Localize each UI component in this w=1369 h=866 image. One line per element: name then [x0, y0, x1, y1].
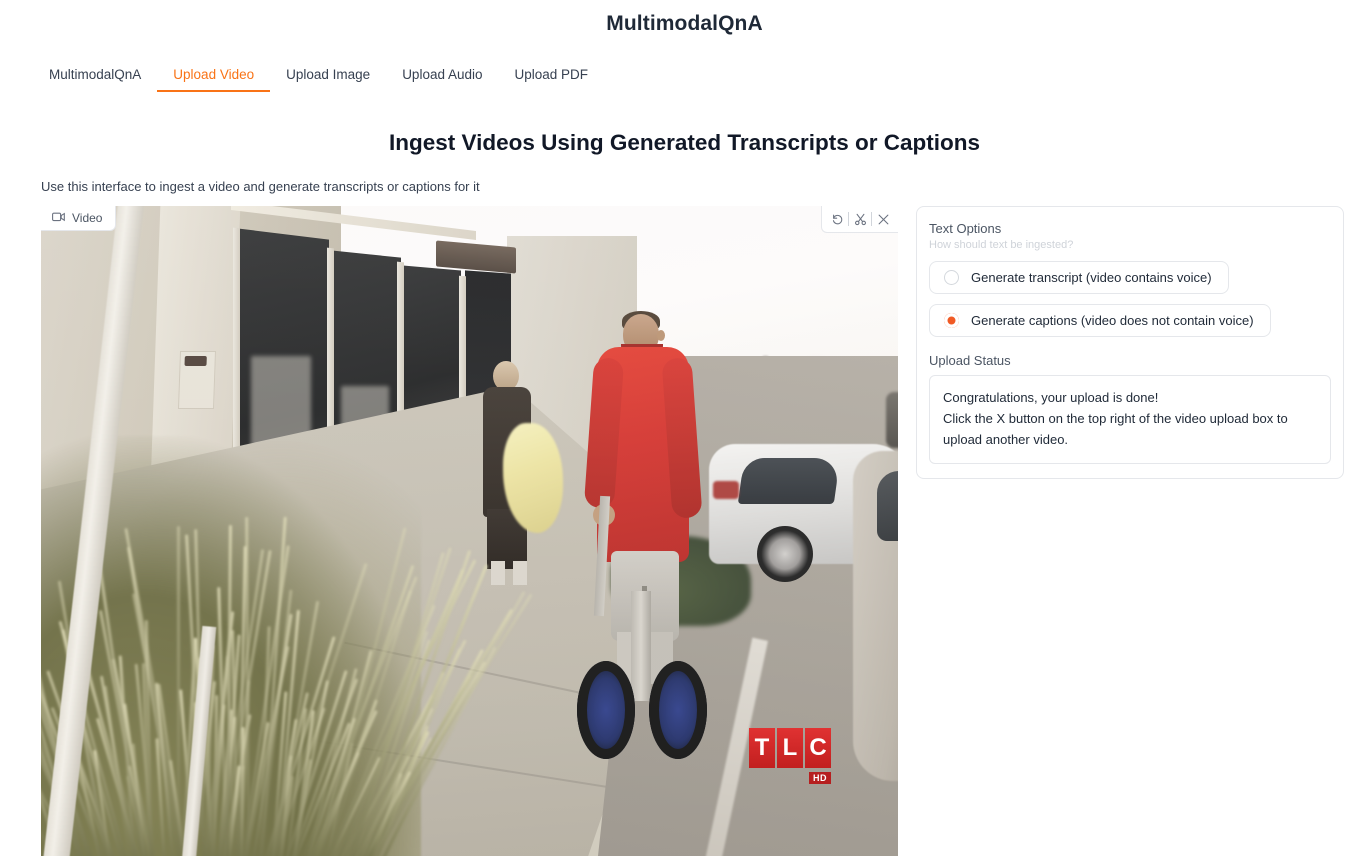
tab-upload-audio[interactable]: Upload Audio: [386, 63, 498, 92]
tlc-hd-badge: HD: [809, 772, 831, 784]
scene-segway-tire-right: [649, 661, 707, 759]
tab-upload-image[interactable]: Upload Image: [270, 63, 386, 92]
upload-status-line-2: Click the X button on the top right of t…: [943, 408, 1317, 450]
upload-status-label: Upload Status: [929, 353, 1331, 368]
page-subtitle: Use this interface to ingest a video and…: [0, 179, 1369, 194]
app-title: MultimodalQnA: [0, 0, 1369, 36]
upload-status-box: Congratulations, your upload is done! Cl…: [929, 375, 1331, 464]
main-content: T L C HD Video Text Options How should t…: [0, 206, 1369, 856]
radio-indicator-transcript[interactable]: [944, 270, 959, 285]
text-options-panel: Text Options How should text be ingested…: [916, 206, 1344, 479]
video-type-badge: Video: [41, 206, 116, 231]
scene-car-far: [886, 392, 898, 448]
radio-label-captions: Generate captions (video does not contai…: [971, 313, 1254, 328]
radio-generate-transcript[interactable]: Generate transcript (video contains voic…: [929, 261, 1229, 294]
tab-upload-pdf[interactable]: Upload PDF: [499, 63, 605, 92]
tlc-letter-t: T: [749, 728, 775, 768]
scene-pedestrian-leg-left: [491, 561, 505, 585]
scene-wall-sign: [178, 351, 216, 409]
video-camera-icon: [52, 211, 65, 225]
page-title: Ingest Videos Using Generated Transcript…: [0, 130, 1369, 156]
video-preview[interactable]: T L C HD Video: [41, 206, 898, 856]
tab-bar: MultimodalQnA Upload Video Upload Image …: [0, 62, 1369, 92]
tlc-watermark: T L C HD: [749, 728, 831, 768]
scene-car-taillight: [713, 481, 739, 499]
text-options-title: Text Options: [929, 221, 1331, 236]
scene-pedestrian: [473, 361, 551, 586]
scene-segway-tire-left: [577, 661, 635, 759]
scene-segway: [577, 661, 707, 771]
scene-pedestrian-leg-right: [513, 561, 527, 585]
scene-car-wheel: [757, 526, 813, 582]
text-options-help: How should text be ingested?: [929, 239, 1331, 251]
tlc-letter-c: C: [805, 728, 831, 768]
scene-segway-wheel-right: [649, 661, 707, 759]
tlc-letter-l: L: [777, 728, 803, 768]
scene-segway-wheel-left: [577, 661, 635, 759]
scissors-icon[interactable]: [849, 209, 871, 229]
radio-indicator-captions[interactable]: [944, 313, 959, 328]
scene-car-white-window: [738, 458, 840, 504]
scene-rider-ear: [657, 330, 665, 341]
radio-label-transcript: Generate transcript (video contains voic…: [971, 270, 1212, 285]
video-toolbar: [821, 206, 898, 233]
video-badge-label: Video: [72, 211, 102, 225]
scene-segway-stem: [631, 591, 651, 701]
text-options-radio-group: Generate transcript (video contains voic…: [929, 251, 1331, 337]
undo-icon[interactable]: [826, 209, 848, 229]
scene-car-grey-window: [877, 471, 898, 541]
tab-upload-video[interactable]: Upload Video: [157, 63, 270, 92]
tab-multimodalqna[interactable]: MultimodalQnA: [33, 63, 157, 92]
radio-generate-captions[interactable]: Generate captions (video does not contai…: [929, 304, 1271, 337]
close-icon[interactable]: [872, 209, 894, 229]
upload-status-line-1: Congratulations, your upload is done!: [943, 387, 1317, 408]
